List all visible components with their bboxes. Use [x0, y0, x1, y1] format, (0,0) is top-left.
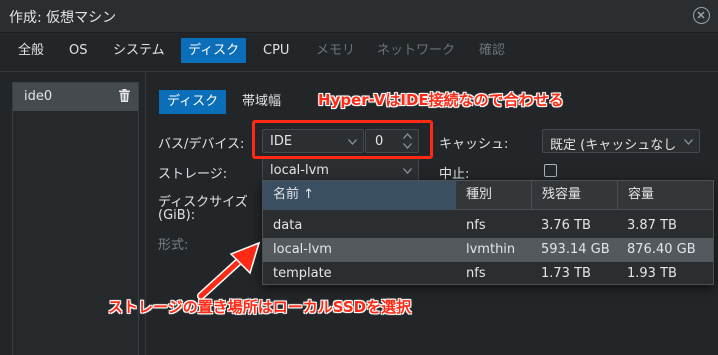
tab-general[interactable]: 全般: [11, 38, 51, 63]
cell-name: local-lvm: [273, 242, 332, 257]
tab-os[interactable]: OS: [62, 38, 94, 63]
column-header-capacity[interactable]: 容量: [617, 181, 713, 210]
tab-cpu[interactable]: CPU: [256, 38, 296, 63]
discard-checkbox[interactable]: [544, 164, 557, 177]
cell-capacity: 876.40 GB: [627, 242, 696, 257]
subtab-bandwidth[interactable]: 帯域幅: [234, 90, 289, 114]
disk-size-unit-label: (GiB):: [158, 208, 196, 223]
tab-system[interactable]: システム: [106, 38, 172, 63]
chevron-down-icon: [403, 168, 412, 174]
annotation-arrow-icon: [197, 241, 261, 300]
column-header-avail[interactable]: 残容量: [531, 181, 617, 210]
cell-capacity: 1.93 TB: [627, 266, 677, 281]
column-header-type[interactable]: 種別: [455, 181, 531, 210]
annotation-top-text: Hyper-VはIDE接続なので合わせる: [318, 91, 564, 109]
close-icon[interactable]: [693, 7, 710, 24]
table-row[interactable]: template nfs 1.73 TB 1.93 TB: [263, 262, 713, 284]
cell-type: lvmthin: [466, 242, 516, 257]
cell-capacity: 3.87 TB: [627, 218, 677, 233]
chevron-down-icon: [684, 139, 693, 145]
storage-select[interactable]: local-lvm: [262, 158, 419, 182]
cell-name: template: [273, 266, 332, 281]
cell-type: nfs: [466, 266, 486, 281]
cell-name: data: [273, 218, 303, 233]
cell-avail: 593.14 GB: [541, 242, 610, 257]
trash-icon[interactable]: [119, 89, 130, 106]
storage-label: ストレージ:: [158, 167, 228, 182]
storage-select-value: local-lvm: [270, 163, 329, 178]
wizard-tabs: 全般 OS システム ディスク CPU メモリ ネットワーク 確認: [0, 38, 718, 64]
cell-avail: 3.76 TB: [541, 218, 591, 233]
tab-disk[interactable]: ディスク: [181, 38, 247, 63]
format-label: 形式:: [158, 238, 189, 253]
tab-confirm: 確認: [479, 43, 506, 58]
cache-label: キャッシュ:: [439, 137, 509, 152]
table-row-selected[interactable]: local-lvm lvmthin 593.14 GB 876.40 GB: [263, 238, 713, 262]
cache-select[interactable]: 既定 (キャッシュなし: [542, 129, 700, 153]
bus-device-label: バス/デバイス:: [158, 137, 245, 152]
dropdown-header: 名前 ↑ 種別 残容量 容量: [263, 181, 713, 210]
cell-type: nfs: [466, 218, 486, 233]
annotation-bottom-text: ストレージの置き場所はローカルSSDを選択: [108, 298, 412, 316]
column-header-name[interactable]: 名前 ↑: [263, 181, 455, 210]
annotation-highlight-box: [252, 120, 433, 159]
disk-item-ide0[interactable]: ide0: [13, 83, 138, 111]
dialog-titlebar: 作成: 仮想マシン: [0, 0, 718, 33]
cell-avail: 1.73 TB: [541, 266, 591, 281]
cache-select-value: 既定 (キャッシュなし: [550, 138, 677, 153]
tab-network: ネットワーク: [377, 43, 456, 58]
tab-memory: メモリ: [316, 43, 356, 58]
subtab-disk[interactable]: ディスク: [159, 90, 227, 114]
disk-item-label: ide0: [24, 89, 53, 104]
table-row[interactable]: data nfs 3.76 TB 3.87 TB: [263, 214, 713, 238]
storage-dropdown: 名前 ↑ 種別 残容量 容量 data nfs 3.76 TB 3.87 TB …: [262, 180, 714, 285]
dialog-title: 作成: 仮想マシン: [9, 10, 117, 26]
